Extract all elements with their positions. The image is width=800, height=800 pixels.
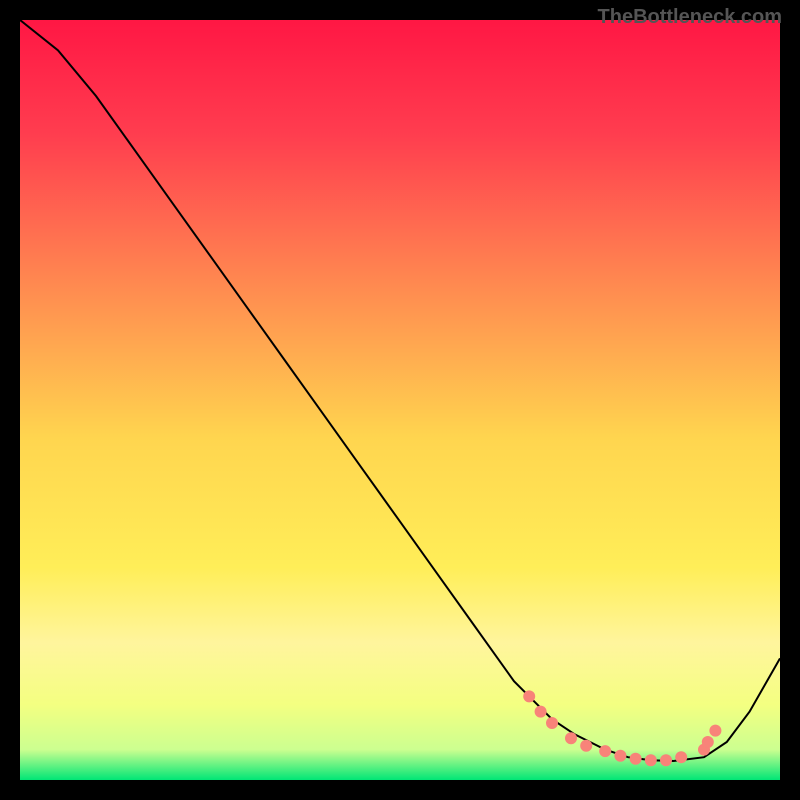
marker-dot (645, 754, 657, 766)
marker-dot (535, 706, 547, 718)
marker-dot (630, 753, 642, 765)
marker-dot (675, 751, 687, 763)
main-curve (20, 20, 780, 761)
marker-dot (599, 745, 611, 757)
marker-dot (546, 717, 558, 729)
marker-dot (709, 725, 721, 737)
marker-dot (614, 750, 626, 762)
plot-area (20, 20, 780, 780)
watermark-text: TheBottleneck.com (598, 6, 782, 29)
marker-dot (565, 732, 577, 744)
marker-dot (702, 736, 714, 748)
marker-dot (660, 754, 672, 766)
marker-dots (523, 690, 721, 766)
marker-dot (523, 690, 535, 702)
curve-layer (20, 20, 780, 780)
marker-dot (580, 740, 592, 752)
